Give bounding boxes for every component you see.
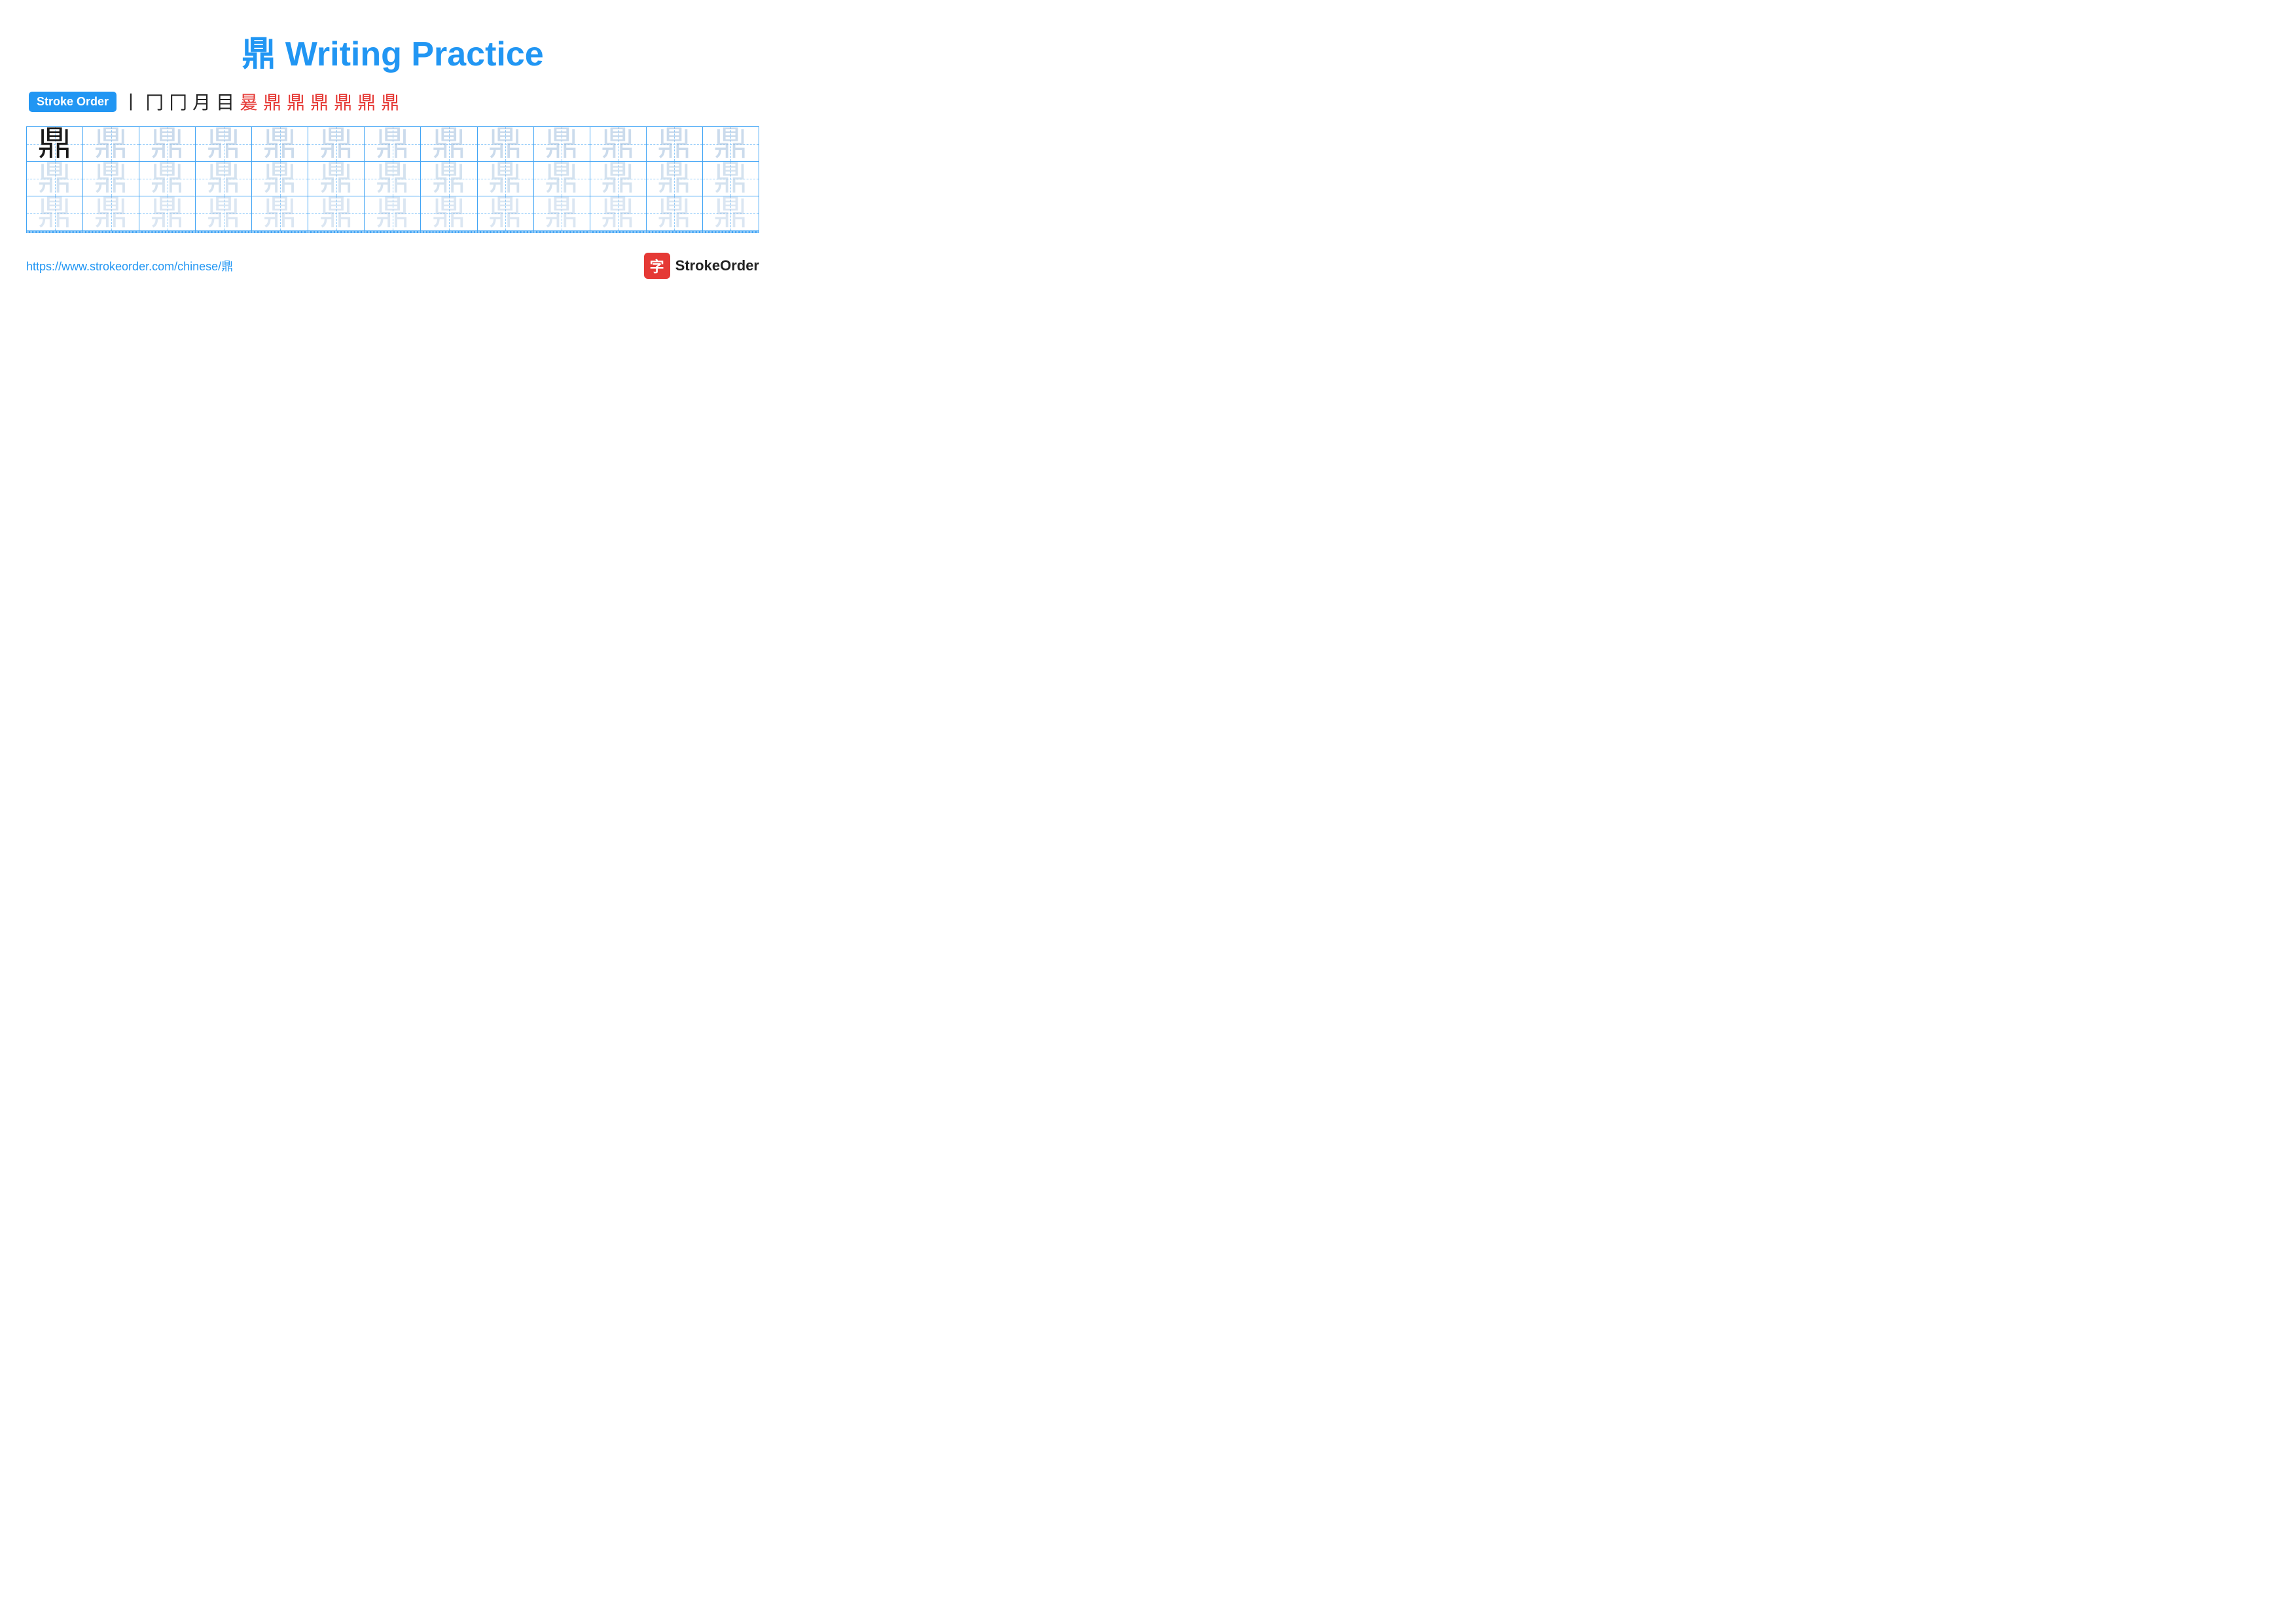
stroke-3: 冂 (169, 88, 187, 115)
table-row: 鼎 (252, 162, 308, 196)
footer: https://www.strokeorder.com/chinese/鼎 字 … (26, 253, 759, 279)
table-row: 鼎 (83, 127, 139, 162)
stroke-2: 冂 (145, 88, 164, 115)
table-row: 鼎 (477, 196, 533, 231)
table-row: 鼎 (533, 127, 590, 162)
table-row: 鼎 (477, 162, 533, 196)
stroke-order-badge: Stroke Order (29, 92, 117, 112)
logo-text: StrokeOrder (675, 257, 759, 274)
table-row: 鼎 (196, 162, 252, 196)
table-row: 鼎 (139, 196, 196, 231)
table-row: 鼎 (252, 196, 308, 231)
table-row: 鼎 (27, 162, 83, 196)
table-row: 鼎 (27, 127, 83, 162)
stroke-12: 鼎 (381, 88, 399, 115)
table-row: 鼎 (421, 127, 477, 162)
page-title: 鼎 Writing Practice (26, 20, 759, 75)
table-row: 鼎 (365, 162, 421, 196)
table-row: 鼎 (590, 127, 646, 162)
table-row: 鼎 (421, 162, 477, 196)
table-row: 鼎 (196, 127, 252, 162)
table-row: 鼎 (27, 196, 83, 231)
stroke-1: 丨 (122, 88, 140, 115)
table-row: 鼎 (365, 127, 421, 162)
table-row: 鼎 (646, 196, 702, 231)
table-row: 鼎 (83, 162, 139, 196)
stroke-9: 鼎 (310, 88, 329, 115)
table-row: 鼎 (477, 127, 533, 162)
table-row: 鼎 (308, 162, 365, 196)
table-row: 鼎 (533, 196, 590, 231)
table-row: 鼎 (702, 162, 759, 196)
stroke-6: 㬊 (240, 88, 258, 115)
table-row: 鼎 (196, 196, 252, 231)
table-row: 鼎 (365, 196, 421, 231)
stroke-11: 鼎 (357, 88, 376, 115)
table-row: 鼎 (646, 162, 702, 196)
stroke-4: 月 (192, 88, 211, 115)
table-row: 鼎 (139, 162, 196, 196)
footer-url: https://www.strokeorder.com/chinese/鼎 (26, 257, 233, 274)
stroke-7: 鼎 (263, 88, 281, 115)
table-row: 鼎 (590, 162, 646, 196)
table-row: 鼎 (702, 196, 759, 231)
table-row: 鼎 (308, 196, 365, 231)
practice-grid: 鼎鼎鼎鼎鼎鼎鼎鼎鼎鼎鼎鼎鼎鼎鼎鼎鼎鼎鼎鼎鼎鼎鼎鼎鼎鼎鼎鼎鼎鼎鼎鼎鼎鼎鼎鼎鼎鼎鼎 (26, 126, 759, 233)
stroke-8: 鼎 (287, 88, 305, 115)
stroke-5: 目 (216, 88, 234, 115)
footer-logo: 字 StrokeOrder (644, 253, 759, 279)
table-row: 鼎 (308, 127, 365, 162)
table-row: 鼎 (533, 162, 590, 196)
table-row: 鼎 (702, 127, 759, 162)
table-row: 鼎 (421, 196, 477, 231)
table-row: 鼎 (83, 196, 139, 231)
stroke-10: 鼎 (334, 88, 352, 115)
stroke-order-row: Stroke Order 丨 冂 冂 月 目 㬊 鼎 鼎 鼎 鼎 鼎 鼎 (26, 88, 759, 115)
table-row: 鼎 (139, 127, 196, 162)
table-row: 鼎 (646, 127, 702, 162)
logo-icon: 字 (644, 253, 670, 279)
table-row: 鼎 (590, 196, 646, 231)
table-row: 鼎 (252, 127, 308, 162)
